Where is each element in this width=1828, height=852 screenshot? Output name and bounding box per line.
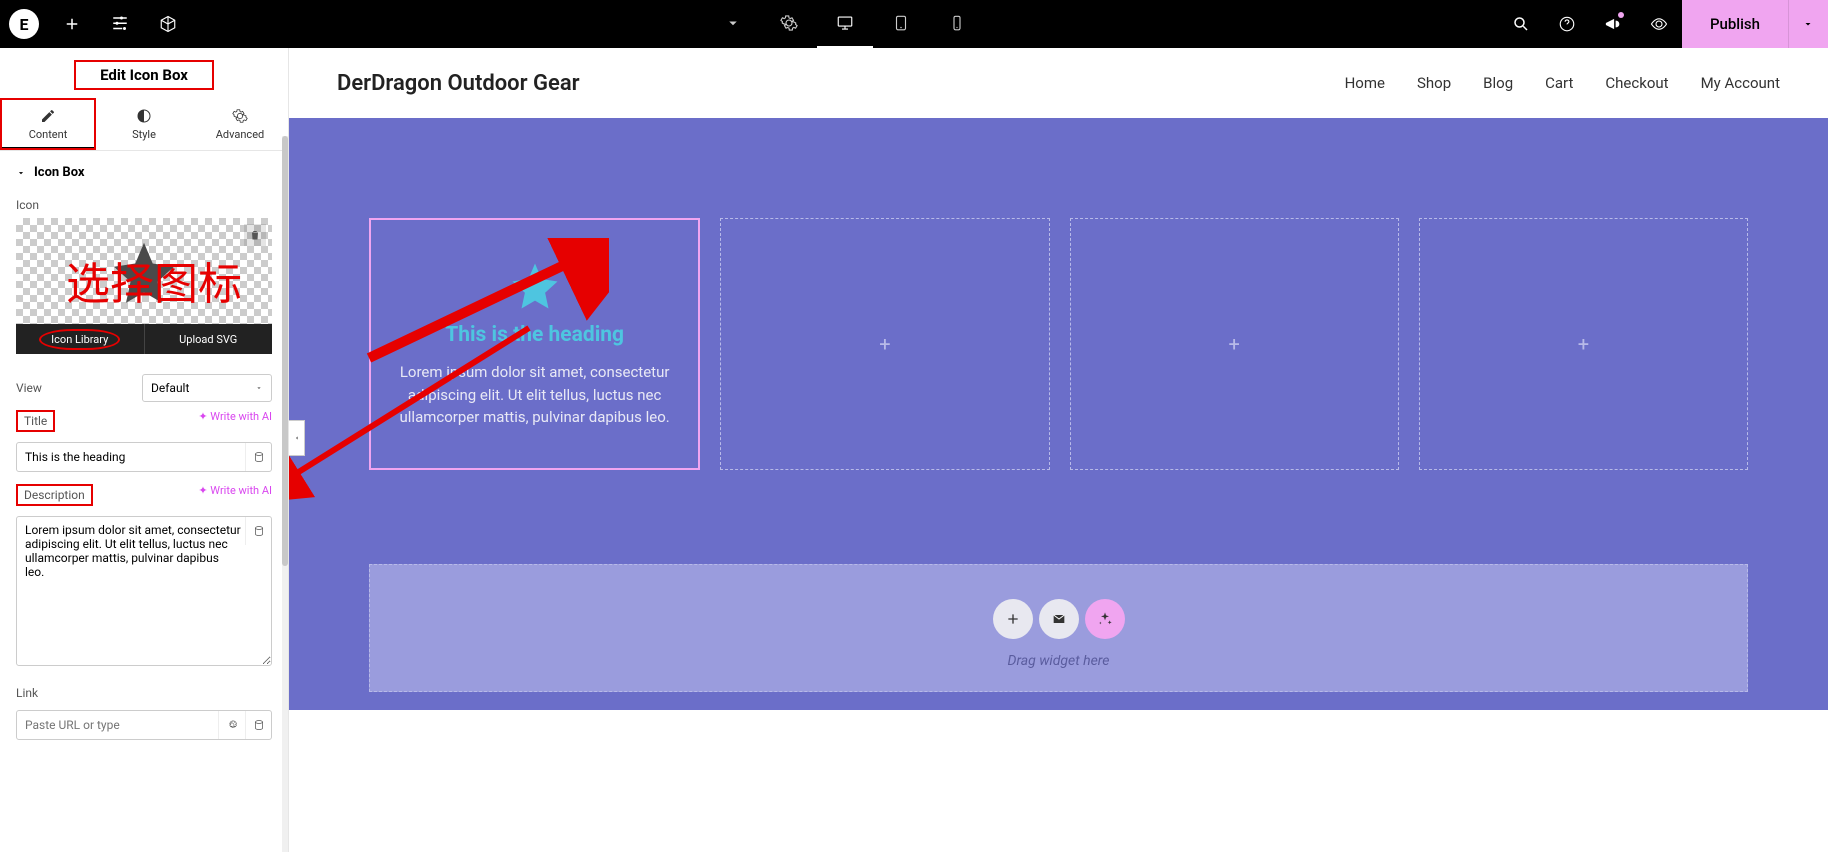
description-field-label: Description (16, 484, 93, 506)
drop-zone-text: Drag widget here (370, 653, 1747, 669)
link-options-button[interactable] (218, 711, 244, 739)
editor-canvas: DerDragon Outdoor Gear Home Shop Blog Ca… (289, 48, 1828, 852)
publish-button[interactable]: Publish (1682, 0, 1788, 48)
drop-zone-buttons (993, 599, 1125, 639)
columns-row: This is the heading Lorem ipsum dolor si… (369, 218, 1748, 470)
column-3-empty[interactable]: + (1070, 218, 1399, 470)
description-textarea[interactable] (16, 516, 272, 666)
panel-title-container: Edit Icon Box (0, 48, 288, 98)
field-view: View Default (0, 366, 288, 410)
field-icon: Icon Icon Library Upload SVG (0, 194, 288, 366)
whats-new-button[interactable] (1590, 0, 1636, 48)
write-with-ai-description[interactable]: Write with AI (198, 484, 272, 497)
view-field-label: View (16, 381, 42, 395)
notification-dot-icon (1618, 12, 1624, 18)
field-link: Link (0, 682, 288, 752)
settings-gear-button[interactable] (761, 0, 817, 48)
panel-title-highlight: Edit Icon Box (74, 60, 214, 90)
iconbox-title: This is the heading (379, 323, 690, 347)
topbar-right: Publish (1498, 0, 1828, 48)
purple-section: This is the heading Lorem ipsum dolor si… (289, 118, 1828, 710)
page-settings-dropdown[interactable] (705, 0, 761, 48)
responsive-tablet-button[interactable] (873, 0, 929, 48)
star-icon (108, 237, 180, 313)
add-widget-button[interactable] (48, 0, 96, 48)
ai-section-button[interactable] (1085, 599, 1125, 639)
star-icon (379, 259, 690, 317)
field-description: Description Write with AI (0, 484, 288, 682)
site-settings-button[interactable] (96, 0, 144, 48)
tab-advanced[interactable]: Advanced (192, 98, 288, 150)
write-with-ai-title[interactable]: Write with AI (198, 410, 272, 423)
nav-item-shop[interactable]: Shop (1417, 74, 1451, 92)
title-dynamic-button[interactable] (245, 443, 271, 471)
top-bar: E (0, 0, 1828, 48)
panel-tabs: Content Style Advanced (0, 98, 288, 151)
topbar-center (705, 0, 985, 48)
collapse-sidebar-handle[interactable] (289, 420, 305, 456)
add-widget-icon[interactable]: + (879, 332, 890, 356)
delete-icon-button[interactable] (244, 224, 266, 246)
drop-zone[interactable]: Drag widget here (369, 564, 1748, 692)
icon-preview[interactable] (16, 218, 272, 324)
column-1-iconbox[interactable]: This is the heading Lorem ipsum dolor si… (369, 218, 700, 470)
view-select[interactable]: Default (142, 374, 272, 402)
iconbox-description: Lorem ipsum dolor sit amet, consectetur … (379, 361, 690, 429)
topbar-left: E (0, 0, 192, 48)
nav-item-blog[interactable]: Blog (1483, 74, 1513, 92)
elementor-logo[interactable]: E (0, 0, 48, 48)
section-icon-box-toggle[interactable]: Icon Box (0, 151, 288, 194)
main-layout: Edit Icon Box Content Style Advanced Ico… (0, 48, 1828, 852)
add-template-button[interactable] (1039, 599, 1079, 639)
add-widget-icon[interactable]: + (1228, 332, 1239, 356)
tab-content[interactable]: Content (0, 98, 96, 150)
panel-title: Edit Icon Box (100, 66, 188, 84)
link-field-label: Link (16, 686, 38, 700)
iconbox-widget[interactable]: This is the heading Lorem ipsum dolor si… (371, 255, 698, 433)
nav-item-checkout[interactable]: Checkout (1605, 74, 1668, 92)
add-widget-icon[interactable]: + (1578, 332, 1589, 356)
icon-library-tab[interactable]: Icon Library (16, 324, 145, 354)
link-dynamic-button[interactable] (245, 711, 271, 739)
preview-button[interactable] (1636, 0, 1682, 48)
responsive-desktop-button[interactable] (817, 0, 873, 48)
help-button[interactable] (1544, 0, 1590, 48)
sidebar-scrollbar[interactable] (282, 136, 288, 852)
icon-source-tabs: Icon Library Upload SVG (16, 324, 272, 354)
nav-menu: Home Shop Blog Cart Checkout My Account (1345, 74, 1780, 92)
nav-item-home[interactable]: Home (1345, 74, 1385, 92)
site-title: DerDragon Outdoor Gear (337, 71, 580, 96)
editor-sidebar: Edit Icon Box Content Style Advanced Ico… (0, 48, 289, 852)
column-2-empty[interactable]: + (720, 218, 1049, 470)
nav-item-cart[interactable]: Cart (1545, 74, 1573, 92)
column-4-empty[interactable]: + (1419, 218, 1748, 470)
icon-field-label: Icon (16, 198, 39, 212)
upload-svg-tab[interactable]: Upload SVG (145, 324, 273, 354)
finder-search-button[interactable] (1498, 0, 1544, 48)
publish-options-dropdown[interactable] (1788, 0, 1828, 48)
add-section-button[interactable] (993, 599, 1033, 639)
tab-style[interactable]: Style (96, 98, 192, 150)
field-title: Title Write with AI (0, 410, 288, 484)
title-field-label: Title (16, 410, 55, 432)
site-header: DerDragon Outdoor Gear Home Shop Blog Ca… (289, 48, 1828, 118)
title-input[interactable] (16, 442, 272, 472)
responsive-mobile-button[interactable] (929, 0, 985, 48)
structure-button[interactable] (144, 0, 192, 48)
nav-item-account[interactable]: My Account (1701, 74, 1780, 92)
description-dynamic-button[interactable] (245, 517, 271, 545)
